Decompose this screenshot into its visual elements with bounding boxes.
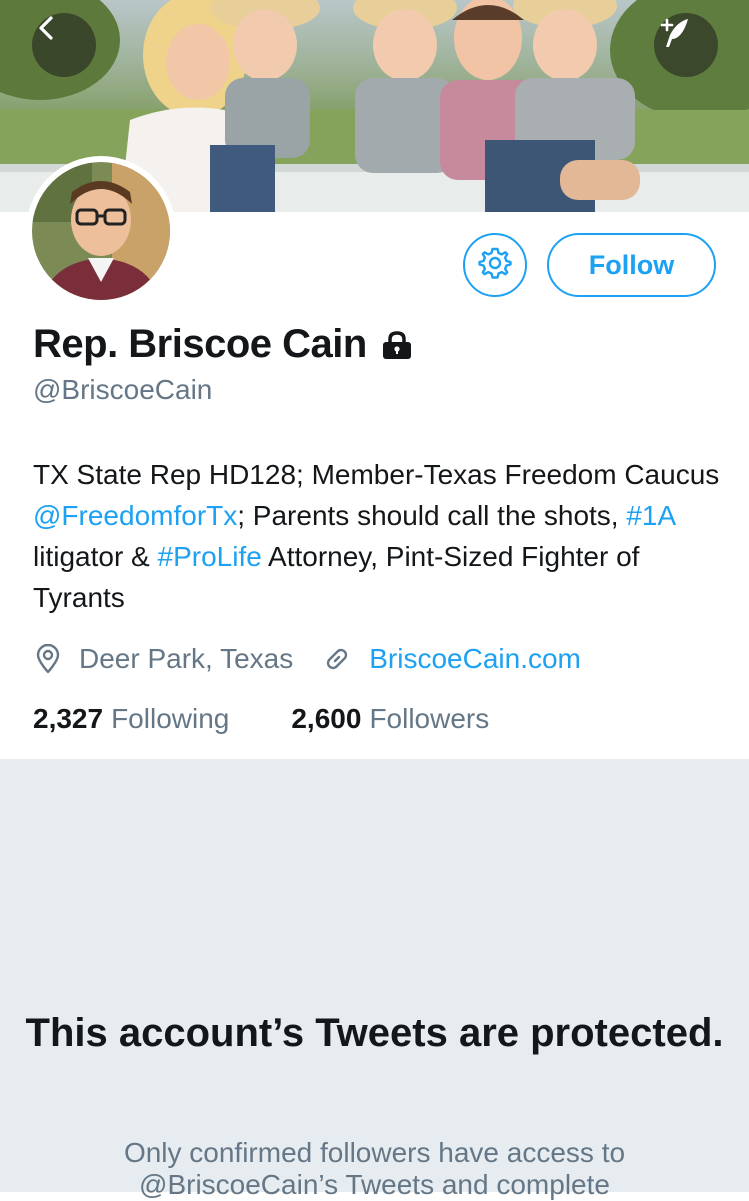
bio-hashtag-link[interactable]: #ProLife	[158, 541, 262, 572]
profile-handle: @BriscoeCain	[33, 374, 213, 405]
link-icon	[321, 643, 353, 675]
following-count: 2,327	[33, 703, 104, 734]
follow-button[interactable]: Follow	[547, 233, 716, 297]
protected-tweets-notice: This account’s Tweets are protected. Onl…	[0, 759, 749, 1200]
protected-description: Only confirmed followers have access to …	[123, 1137, 626, 1200]
lock-icon	[381, 330, 413, 360]
gear-icon	[478, 246, 512, 285]
profile-stats: 2,327 Following 2,600 Followers	[33, 703, 489, 735]
bio-text: litigator &	[33, 541, 158, 572]
profile-bio: TX State Rep HD128; Member-Texas Freedom…	[33, 454, 723, 618]
bio-mention-link[interactable]: @FreedomforTx	[33, 500, 237, 531]
display-name: Rep. Briscoe Cain	[33, 322, 367, 366]
followers-count: 2,600	[291, 703, 362, 734]
following-stat[interactable]: 2,327 Following	[33, 703, 229, 735]
profile-meta: Deer Park, Texas BriscoeCain.com	[33, 643, 581, 675]
avatar-photo	[32, 162, 170, 300]
back-button[interactable]	[32, 13, 96, 77]
settings-button[interactable]	[463, 233, 527, 297]
location-pin-icon	[33, 644, 63, 674]
followers-stat[interactable]: 2,600 Followers	[291, 703, 489, 735]
avatar[interactable]	[26, 156, 176, 306]
compose-tweet-button[interactable]	[654, 13, 718, 77]
bio-text: ; Parents should call the shots,	[237, 500, 627, 531]
profile-location: Deer Park, Texas	[79, 643, 294, 674]
profile-name-row: Rep. Briscoe Cain	[33, 322, 413, 367]
bio-text: TX State Rep HD128; Member-Texas Freedom…	[33, 459, 720, 490]
bio-hashtag-link[interactable]: #1A	[626, 500, 674, 531]
protected-title: This account’s Tweets are protected.	[25, 1011, 724, 1055]
profile-website-link[interactable]: BriscoeCain.com	[369, 643, 581, 675]
followers-label: Followers	[369, 703, 490, 734]
following-label: Following	[111, 703, 230, 734]
